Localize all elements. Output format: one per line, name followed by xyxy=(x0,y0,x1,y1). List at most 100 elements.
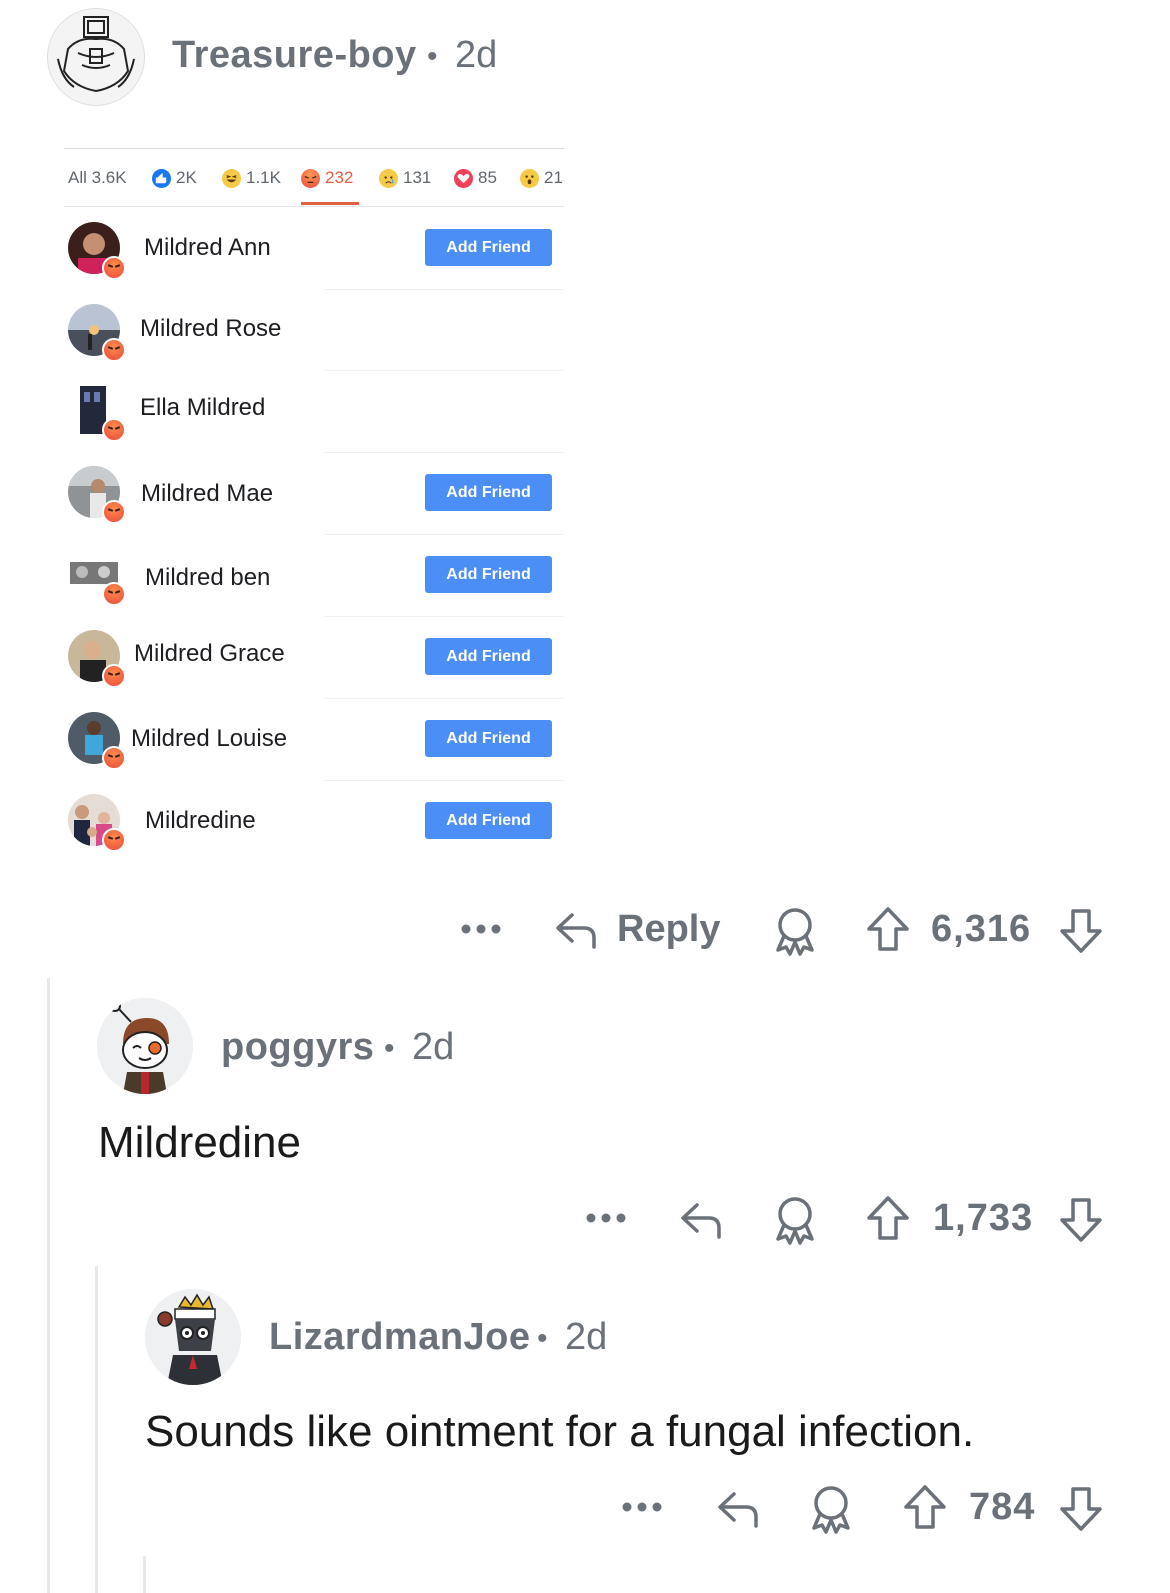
divider xyxy=(324,534,564,535)
like-icon xyxy=(152,168,171,188)
reply-button[interactable]: Reply xyxy=(617,908,720,951)
downvote-icon[interactable] xyxy=(1058,907,1104,955)
tab-all[interactable]: All 3.6K xyxy=(68,168,127,188)
downvote-icon[interactable] xyxy=(1058,1485,1104,1533)
avatar[interactable] xyxy=(145,1289,241,1385)
thread-line[interactable] xyxy=(143,1556,146,1593)
comment-age: 2d xyxy=(565,1316,608,1358)
award-icon[interactable] xyxy=(808,1484,854,1534)
upvote-icon[interactable] xyxy=(865,905,911,953)
vote-score: 6,316 xyxy=(931,908,1032,950)
tab-label: 1.1K xyxy=(246,168,281,187)
tab-angry[interactable]: 232 xyxy=(301,168,353,188)
person-name[interactable]: Mildred ben xyxy=(145,564,270,592)
person-name[interactable]: Mildred Ann xyxy=(144,234,271,262)
love-icon xyxy=(454,168,473,188)
list-item: Mildredine Add Friend xyxy=(64,788,564,868)
goggles-character-avatar-icon xyxy=(97,998,193,1094)
separator-dot: • xyxy=(384,1032,395,1065)
person-name[interactable]: Mildred Mae xyxy=(141,480,273,508)
comment-age: 2d xyxy=(455,34,498,76)
comment-age: 2d xyxy=(412,1026,455,1068)
angry-icon xyxy=(102,664,126,688)
comment-username[interactable]: LizardmanJoe xyxy=(269,1316,531,1359)
more-options-icon[interactable] xyxy=(621,1496,663,1518)
add-friend-button[interactable]: Add Friend xyxy=(425,638,552,675)
divider xyxy=(324,698,564,699)
angry-icon xyxy=(102,418,126,442)
angry-icon xyxy=(102,338,126,362)
divider xyxy=(64,148,564,149)
tab-wow[interactable]: 21 xyxy=(520,168,563,188)
list-item: Mildred Mae Add Friend xyxy=(64,460,564,540)
active-tab-indicator xyxy=(301,202,359,205)
divider xyxy=(324,452,564,453)
add-friend-button[interactable]: Add Friend xyxy=(425,229,552,266)
haha-icon xyxy=(222,168,241,188)
add-friend-button[interactable]: Add Friend xyxy=(425,802,552,839)
sad-icon xyxy=(379,168,398,188)
angry-icon xyxy=(102,582,126,606)
reply-icon[interactable] xyxy=(677,1195,725,1243)
comment-body: Mildredine xyxy=(98,1118,301,1167)
muscular-character-avatar-icon xyxy=(57,16,135,93)
tab-label: 21 xyxy=(544,168,563,187)
upvote-icon[interactable] xyxy=(865,1194,911,1242)
angry-icon xyxy=(301,168,320,188)
reaction-tabs: All 3.6K 2K 1.1K 232 131 85 21 xyxy=(64,162,564,202)
more-options-icon[interactable] xyxy=(585,1207,627,1229)
tab-haha[interactable]: 1.1K xyxy=(222,168,281,188)
divider xyxy=(324,780,564,781)
tab-sad[interactable]: 131 xyxy=(379,168,431,188)
upvote-icon[interactable] xyxy=(902,1483,948,1531)
list-item: Mildred Louise Add Friend xyxy=(64,706,564,786)
separator-dot: • xyxy=(537,1322,548,1355)
separator-dot: • xyxy=(427,40,438,73)
tab-label: 85 xyxy=(478,168,497,187)
divider xyxy=(324,370,564,371)
more-options-icon[interactable] xyxy=(460,918,502,940)
downvote-icon[interactable] xyxy=(1058,1196,1104,1244)
angry-icon xyxy=(102,828,126,852)
reply-icon[interactable] xyxy=(552,905,600,953)
avatar[interactable] xyxy=(97,998,193,1094)
add-friend-button[interactable]: Add Friend xyxy=(425,474,552,511)
angry-icon xyxy=(102,256,126,280)
thread-line[interactable] xyxy=(47,978,50,1593)
person-name[interactable]: Mildred Louise xyxy=(131,725,287,753)
tab-label: 131 xyxy=(403,168,432,187)
thread-line[interactable] xyxy=(95,1266,98,1593)
add-friend-button[interactable]: Add Friend xyxy=(425,720,552,757)
tab-love[interactable]: 85 xyxy=(454,168,497,188)
wow-icon xyxy=(520,168,539,188)
list-item: Mildred Ann Add Friend xyxy=(64,216,564,296)
add-friend-button[interactable]: Add Friend xyxy=(425,556,552,593)
angry-icon xyxy=(102,500,126,524)
list-item: Mildred ben Add Friend xyxy=(64,542,564,622)
crowned-armored-avatar-icon xyxy=(145,1289,241,1385)
list-item: Mildred Rose xyxy=(64,298,564,378)
list-item: Ella Mildred xyxy=(64,378,564,458)
list-item: Mildred Grace Add Friend xyxy=(64,624,564,704)
tab-label: All 3.6K xyxy=(68,168,127,187)
divider xyxy=(324,616,564,617)
award-icon[interactable] xyxy=(772,906,818,956)
reactions-screenshot: All 3.6K 2K 1.1K 232 131 85 21 Mildred A… xyxy=(64,148,564,868)
person-name[interactable]: Ella Mildred xyxy=(140,394,265,422)
tab-label: 232 xyxy=(325,168,354,187)
vote-score: 784 xyxy=(969,1486,1036,1528)
divider xyxy=(324,289,564,290)
comment-username[interactable]: poggyrs xyxy=(221,1026,374,1069)
comment-username[interactable]: Treasure-boy xyxy=(172,34,417,77)
person-name[interactable]: Mildred Rose xyxy=(140,315,281,343)
person-name[interactable]: Mildred Grace xyxy=(134,640,285,668)
divider xyxy=(64,206,564,207)
tab-label: 2K xyxy=(176,168,197,187)
comment-body: Sounds like ointment for a fungal infect… xyxy=(145,1407,975,1456)
tab-like[interactable]: 2K xyxy=(152,168,197,188)
avatar[interactable] xyxy=(47,8,145,106)
award-icon[interactable] xyxy=(772,1195,818,1245)
reply-icon[interactable] xyxy=(714,1484,762,1532)
person-name[interactable]: Mildredine xyxy=(145,807,256,835)
angry-icon xyxy=(102,746,126,770)
